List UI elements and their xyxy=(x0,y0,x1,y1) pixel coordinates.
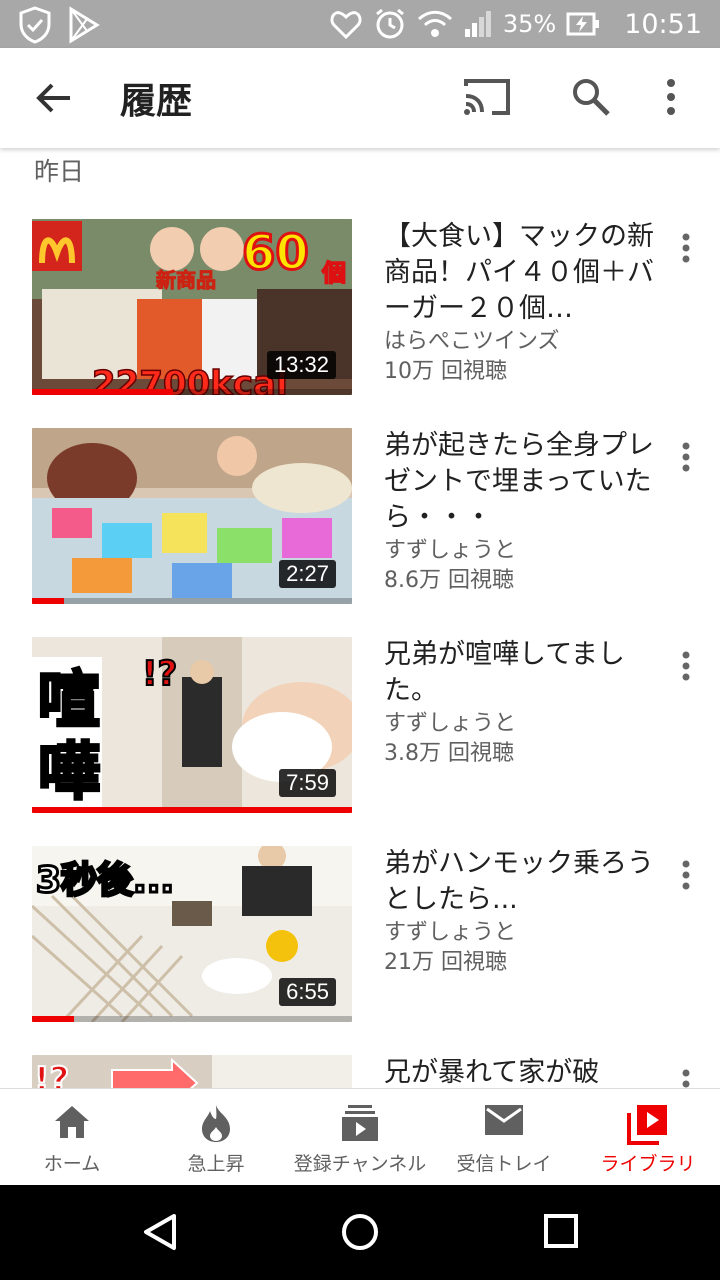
alarm-icon xyxy=(375,8,404,39)
video-thumbnail[interactable]: 喧 嘩 !? 7:59 xyxy=(32,637,352,813)
more-vert-icon[interactable] xyxy=(678,860,694,890)
library-icon xyxy=(627,1105,667,1145)
section-header-yesterday: 昨日 xyxy=(34,157,85,186)
subscriptions-icon xyxy=(342,1105,378,1141)
bottom-navigation: ホーム 急上昇 登録チャンネル 受信トレイ ライブラリ xyxy=(0,1088,720,1185)
more-vert-icon[interactable] xyxy=(678,651,694,681)
more-vert-icon[interactable] xyxy=(656,76,686,118)
nav-inbox[interactable]: 受信トレイ xyxy=(432,1089,576,1185)
nav-label: 急上昇 xyxy=(187,1153,245,1175)
video-title[interactable]: 【大食い】マックの新商品！パイ４０個＋バーガー２０個… xyxy=(384,219,654,327)
nav-subscriptions[interactable]: 登録チャンネル xyxy=(288,1089,432,1185)
system-recents-icon[interactable] xyxy=(542,1212,580,1250)
channel-name: すずしょうと xyxy=(384,538,517,563)
shield-icon xyxy=(19,6,51,44)
search-icon[interactable] xyxy=(570,76,612,118)
view-count: 8.6万 回視聴 xyxy=(384,568,514,593)
channel-name: すずしょうと xyxy=(384,920,517,945)
video-title[interactable]: 弟が起きたら全身プレゼントで埋まっていたら・・・ xyxy=(384,428,654,536)
system-navigation-bar xyxy=(0,1184,720,1280)
battery-charging-icon xyxy=(566,12,600,36)
cast-icon[interactable] xyxy=(462,76,512,118)
video-item[interactable]: 2:27 弟が起きたら全身プレゼントで埋まっていたら・・・ すずしょうと 8.6… xyxy=(0,428,720,618)
thumb-caption-exclaim: !? xyxy=(142,654,177,694)
view-count: 3.8万 回視聴 xyxy=(384,741,514,766)
nav-trending[interactable]: 急上昇 xyxy=(144,1089,288,1185)
video-item[interactable]: 新商品 60 個 22700kcal 13:32 【大食い】マックの新商品！パイ… xyxy=(0,219,720,409)
thumb-caption-3sec: 3秒後... xyxy=(36,860,174,901)
watch-progress-bar xyxy=(32,1016,74,1022)
mail-icon xyxy=(485,1105,523,1135)
view-count: 10万 回視聴 xyxy=(384,359,507,384)
duration-badge: 2:27 xyxy=(279,560,336,588)
back-arrow-icon[interactable] xyxy=(34,78,74,118)
video-title[interactable]: 兄弟が喧嘩してました。 xyxy=(384,637,654,709)
home-icon xyxy=(55,1106,89,1138)
video-thumbnail[interactable]: 3秒後... 6:55 xyxy=(32,846,352,1022)
duration-badge: 6:55 xyxy=(279,978,336,1006)
thumb-caption-ko: 個 xyxy=(321,259,346,287)
more-vert-icon[interactable] xyxy=(678,233,694,263)
status-bar: 35% 10:51 xyxy=(0,0,720,48)
play-store-icon xyxy=(69,6,100,44)
battery-percent: 35% xyxy=(502,10,557,38)
channel-name: はらぺこツインズ xyxy=(384,329,560,354)
system-back-icon[interactable] xyxy=(140,1212,180,1252)
flame-icon xyxy=(202,1105,230,1142)
system-home-icon[interactable] xyxy=(340,1212,380,1252)
nav-library[interactable]: ライブラリ xyxy=(576,1089,720,1185)
video-thumbnail[interactable]: 新商品 60 個 22700kcal 13:32 xyxy=(32,219,352,395)
video-thumbnail[interactable]: 2:27 xyxy=(32,428,352,604)
clock: 10:51 xyxy=(624,8,702,40)
nav-label: ホーム xyxy=(43,1153,101,1175)
signal-icon xyxy=(464,11,491,37)
watch-progress-bar xyxy=(32,598,64,604)
nav-label: 登録チャンネル xyxy=(293,1153,427,1175)
app-bar: 履歴 xyxy=(0,48,720,148)
nav-label: ライブラリ xyxy=(600,1153,696,1175)
thumb-caption-ka: 嘩 xyxy=(38,735,100,808)
watch-progress-bar xyxy=(32,389,173,395)
thumb-caption-60: 60 xyxy=(242,225,309,281)
heart-hands-icon xyxy=(330,11,362,40)
nav-label: 受信トレイ xyxy=(456,1153,552,1175)
more-vert-icon[interactable] xyxy=(678,442,694,472)
thumb-caption-new: 新商品 xyxy=(156,268,216,292)
page-title: 履歴 xyxy=(120,81,193,122)
duration-badge: 7:59 xyxy=(279,769,336,797)
duration-badge: 13:32 xyxy=(266,351,336,379)
video-title[interactable]: 兄が暴れて家が破 xyxy=(384,1055,654,1091)
view-count: 21万 回視聴 xyxy=(384,950,507,975)
progress-track xyxy=(32,1016,352,1022)
video-title[interactable]: 弟がハンモック乗ろうとしたら... xyxy=(384,846,654,918)
thumb-caption-ken: 喧 xyxy=(38,663,100,736)
progress-track xyxy=(32,598,352,604)
watch-progress-bar xyxy=(32,807,352,813)
wifi-icon xyxy=(417,10,452,37)
nav-home[interactable]: ホーム xyxy=(0,1089,144,1185)
video-item[interactable]: 喧 嘩 !? 7:59 兄弟が喧嘩してました。 すずしょうと 3.8万 回視聴 xyxy=(0,637,720,827)
video-item[interactable]: 3秒後... 6:55 弟がハンモック乗ろうとしたら... すずしょうと 21万… xyxy=(0,846,720,1036)
channel-name: すずしょうと xyxy=(384,711,517,736)
